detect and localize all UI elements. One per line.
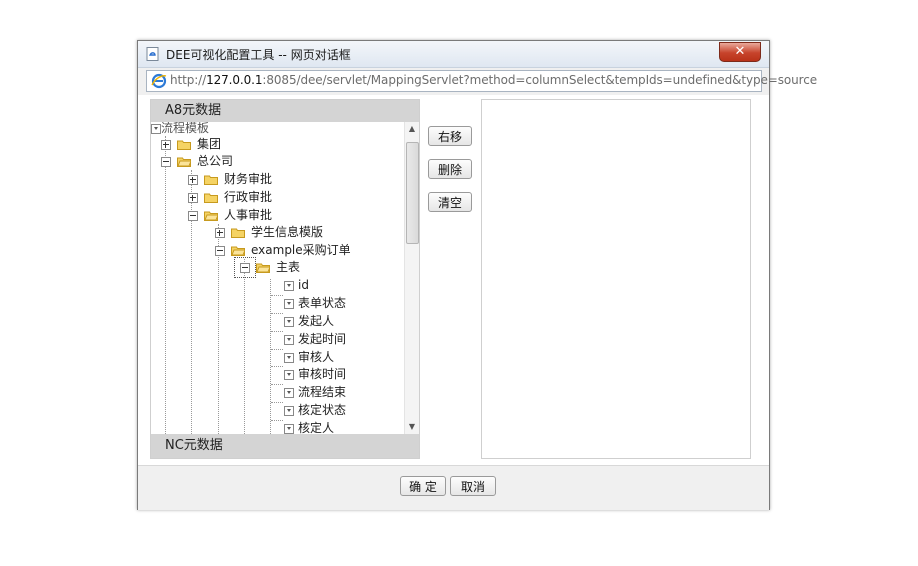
close-button[interactable]: ✕ xyxy=(719,42,761,62)
collapse-icon[interactable] xyxy=(161,157,171,167)
dialog-footer: 确 定 取消 xyxy=(138,465,769,510)
collapse-icon[interactable] xyxy=(240,263,250,273)
collapse-toggle-icon[interactable] xyxy=(151,124,161,134)
expand-icon[interactable] xyxy=(161,140,171,150)
window-title: DEE可视化配置工具 -- 网页对话框 xyxy=(166,48,351,62)
ie-icon xyxy=(151,73,167,89)
move-right-button[interactable]: 右移 xyxy=(428,126,472,146)
folder-icon xyxy=(204,193,218,203)
field-dropdown-icon xyxy=(284,370,294,380)
scrollbar-thumb[interactable] xyxy=(406,142,419,244)
folder-open-icon xyxy=(204,211,218,221)
expand-icon[interactable] xyxy=(215,228,225,238)
folder-icon xyxy=(231,228,245,238)
scroll-down-icon[interactable]: ▼ xyxy=(405,420,419,434)
close-icon: ✕ xyxy=(734,44,746,59)
page-icon xyxy=(146,47,159,61)
selected-columns-panel[interactable] xyxy=(481,99,751,459)
a8-metadata-header[interactable]: A8元数据 xyxy=(151,100,419,122)
nc-metadata-header[interactable]: NC元数据 xyxy=(151,434,419,458)
title-bar: DEE可视化配置工具 -- 网页对话框 ✕ xyxy=(138,41,769,68)
scroll-up-icon[interactable]: ▲ xyxy=(405,122,419,136)
field-dropdown-icon xyxy=(284,424,294,434)
field-dropdown-icon xyxy=(284,406,294,416)
dialog-content: A8元数据 流程模板 集团 总公司 财务审批 行政审批 人事审批 学生信息模版 … xyxy=(138,95,769,465)
field-dropdown-icon xyxy=(284,299,294,309)
dialog-window: DEE可视化配置工具 -- 网页对话框 ✕ http://127.0.0.1:8… xyxy=(137,40,817,510)
tree-scrollbar[interactable]: ▲ ▼ xyxy=(404,122,419,434)
field-dropdown-icon xyxy=(284,317,294,327)
field-dropdown-icon xyxy=(284,335,294,345)
field-dropdown-icon xyxy=(284,388,294,398)
folder-open-icon xyxy=(177,157,191,167)
expand-icon[interactable] xyxy=(188,193,198,203)
cancel-button[interactable]: 取消 xyxy=(450,476,496,496)
collapse-icon[interactable] xyxy=(215,246,225,256)
ok-button[interactable]: 确 定 xyxy=(400,476,446,496)
expand-icon[interactable] xyxy=(188,175,198,185)
url-text: http://127.0.0.1:8085/dee/servlet/Mappin… xyxy=(170,73,817,87)
clear-button[interactable]: 清空 xyxy=(428,192,472,212)
collapse-icon[interactable] xyxy=(188,211,198,221)
folder-open-icon xyxy=(256,263,270,273)
folder-icon xyxy=(204,175,218,185)
delete-button[interactable]: 删除 xyxy=(428,159,472,179)
field-dropdown-icon xyxy=(284,281,294,291)
folder-open-icon xyxy=(231,246,245,256)
metadata-tree: 流程模板 集团 总公司 财务审批 行政审批 人事审批 学生信息模版 exampl… xyxy=(151,122,405,434)
address-bar[interactable]: http://127.0.0.1:8085/dee/servlet/Mappin… xyxy=(146,70,817,92)
source-panel: A8元数据 流程模板 集团 总公司 财务审批 行政审批 人事审批 学生信息模版 … xyxy=(150,99,420,459)
folder-icon xyxy=(177,140,191,150)
field-dropdown-icon xyxy=(284,353,294,363)
